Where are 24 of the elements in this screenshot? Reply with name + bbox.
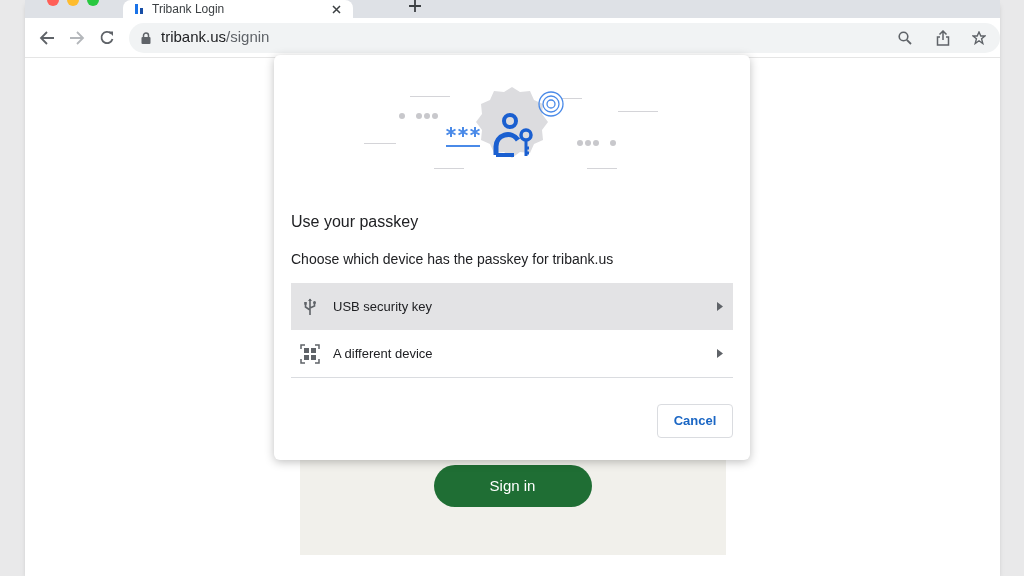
dialog-title: Use your passkey: [291, 212, 420, 232]
usb-icon: [303, 297, 317, 316]
star-icon[interactable]: [972, 30, 986, 45]
qr-grid-icon: [300, 343, 320, 364]
caret-icon: [717, 349, 723, 358]
share-icon[interactable]: [936, 29, 950, 46]
browser-tab[interactable]: Tribank Login: [123, 0, 353, 18]
tab-title: Tribank Login: [152, 3, 226, 15]
address-bar[interactable]: tribank.us/signin: [129, 22, 1000, 53]
cancel-button[interactable]: Cancel: [657, 404, 733, 438]
sign-in-button[interactable]: Sign in: [433, 465, 592, 507]
caret-icon: [717, 302, 723, 311]
back-arrow-icon[interactable]: [39, 29, 55, 46]
url-text: tribank.us/signin: [161, 27, 271, 48]
option-label: A different device: [333, 344, 434, 363]
option-label: USB security key: [333, 297, 433, 316]
close-icon[interactable]: [332, 4, 341, 14]
bank-logo-icon: [135, 4, 144, 14]
new-tab-icon[interactable]: [409, 0, 421, 12]
dialog-subtitle: Choose which device has the passkey for tribank.us: [291, 250, 615, 269]
device-option[interactable]: USB security key: [291, 283, 733, 330]
search-icon[interactable]: [898, 30, 912, 45]
lock-icon: [141, 31, 151, 44]
reload-icon[interactable]: [99, 29, 115, 46]
